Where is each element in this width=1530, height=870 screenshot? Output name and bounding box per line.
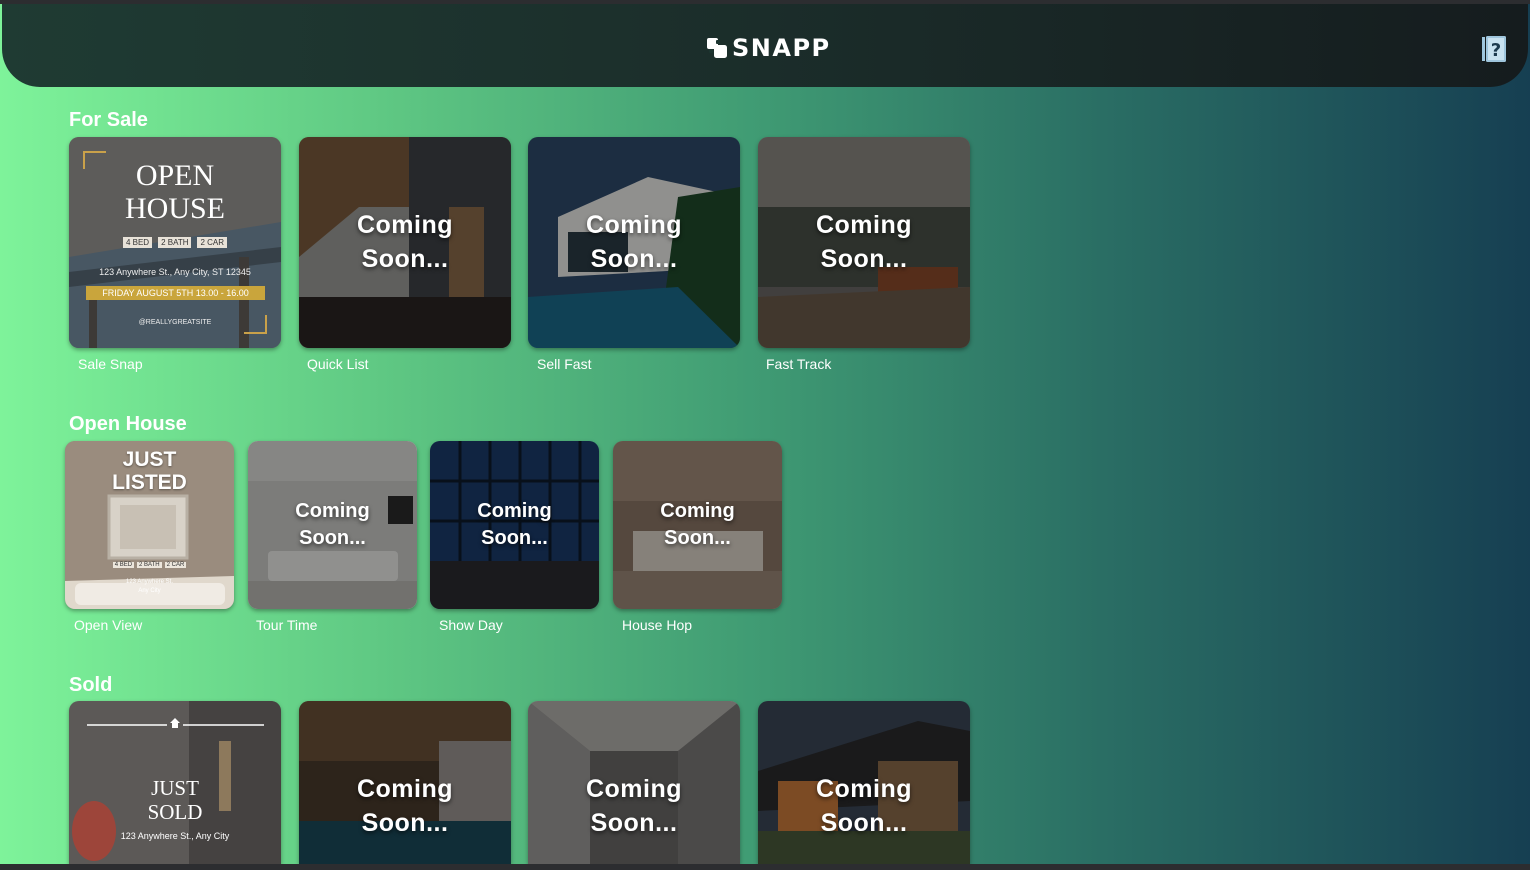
app-title: SNAPP	[732, 34, 831, 62]
coming-soon-overlay: Coming Soon...	[477, 500, 552, 549]
preview-heading-1: JUST	[122, 448, 177, 471]
home-icon	[170, 718, 180, 728]
card-label: Tour Time	[256, 617, 318, 633]
coming-soon-overlay: Coming Soon...	[356, 775, 454, 837]
section-title-open-house: Open House	[69, 413, 187, 435]
help-book-icon[interactable]: ?	[1481, 35, 1507, 63]
card-label: Show Day	[439, 617, 503, 633]
template-card-sold-2[interactable]: Coming Soon...	[299, 701, 511, 864]
feature-chips: 4 BED 2 BATH 2 CAR	[69, 237, 281, 248]
card-label: Quick List	[307, 356, 369, 372]
coming-soon-overlay: Coming Soon...	[660, 500, 735, 549]
feature-chips: 4 BED 2 BATH 2 CAR	[65, 562, 234, 568]
coming-soon-overlay: Coming Soon...	[356, 210, 454, 273]
template-card-quick-list[interactable]: Coming Soon...	[299, 137, 511, 348]
feature-chip: 2 CAR	[164, 562, 187, 568]
template-card-sell-fast[interactable]: Coming Soon...	[528, 137, 740, 348]
coming-soon-overlay: Coming Soon...	[815, 210, 913, 273]
template-card-house-hop[interactable]: Coming Soon...	[613, 441, 782, 609]
feature-chip: 4 BED	[112, 562, 135, 568]
snapp-logo-icon	[707, 38, 727, 58]
preview-heading-2: LISTED	[112, 471, 187, 494]
preview-address: 123 Anywhere St., Any City	[120, 831, 230, 841]
coming-soon-overlay: Coming Soon...	[585, 775, 683, 837]
feature-chip: 2 CAR	[197, 237, 228, 248]
preview-date: FRIDAY AUGUST 5TH 13.00 - 16.00	[86, 286, 265, 300]
preview-heading-1: JUST	[151, 776, 199, 800]
coming-soon-overlay: Coming Soon...	[585, 210, 683, 273]
feature-chip: 4 BED	[122, 237, 153, 248]
app-logo[interactable]: SNAPP	[706, 34, 831, 62]
template-card-sold-4[interactable]: Coming Soon...	[758, 701, 970, 864]
card-label: Fast Track	[766, 356, 832, 372]
template-card-show-day[interactable]: Coming Soon...	[430, 441, 599, 609]
preview-address: 123 Anywhere St., Any City, ST 12345	[99, 267, 251, 277]
coming-soon-overlay: Coming Soon...	[815, 775, 913, 837]
app-header: SNAPP ?	[2, 4, 1528, 87]
card-label: Sale Snap	[78, 356, 143, 372]
coming-soon-overlay: Coming Soon...	[295, 500, 370, 549]
feature-chip: 2 BATH	[158, 237, 192, 248]
template-card-just-sold[interactable]: JUST SOLD 123 Anywhere St., Any City	[69, 701, 281, 864]
preview-heading-1: OPEN	[135, 159, 215, 192]
card-label: House Hop	[622, 617, 693, 633]
section-title-sold: Sold	[69, 674, 113, 696]
preview-heading-2: HOUSE	[124, 192, 225, 225]
svg-text:?: ?	[1491, 40, 1501, 61]
preview-handle: @REALLYGREATSITE	[138, 319, 212, 326]
card-label: Sell Fast	[537, 356, 592, 372]
preview-address: 123 Anywhere St.	[125, 579, 174, 585]
template-card-fast-track[interactable]: Coming Soon...	[758, 137, 970, 348]
template-card-tour-time[interactable]: Coming Soon...	[248, 441, 417, 609]
window-bottom-strip	[0, 864, 1530, 870]
feature-chip: 2 BATH	[137, 562, 162, 568]
template-card-open-view[interactable]: JUST LISTED 4 BED 2 BATH 2 CAR 123 Anywh…	[65, 441, 234, 609]
card-label: Open View	[74, 617, 143, 633]
template-card-sold-3[interactable]: Coming Soon...	[528, 701, 740, 864]
preview-city: Any City	[138, 588, 161, 594]
preview-heading-2: SOLD	[147, 800, 203, 824]
section-title-for-sale: For Sale	[69, 109, 148, 131]
template-card-sale-snap[interactable]: OPEN HOUSE 4 BED 2 BATH 2 CAR 123 Anywhe…	[69, 137, 281, 348]
